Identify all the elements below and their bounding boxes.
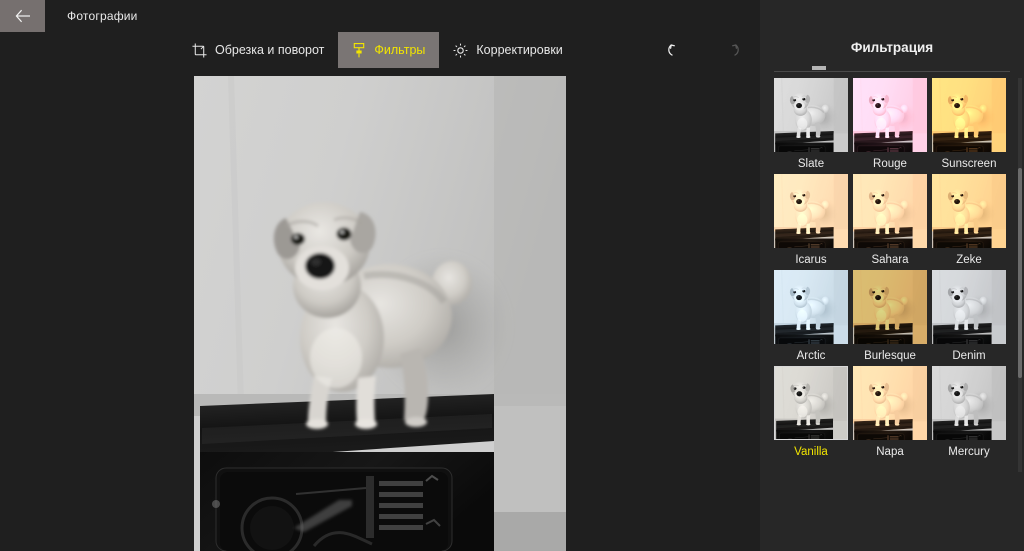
filter-item-sahara[interactable]: Sahara [853, 174, 927, 270]
filter-thumbnail [853, 78, 927, 152]
filter-thumbnail-wrap [774, 78, 848, 152]
filter-thumbnail-wrap [853, 174, 927, 248]
filter-tint-overlay [853, 270, 927, 344]
command-bar: Обрезка и поворот Фильтры Корректировки [0, 32, 760, 68]
filter-thumbnail [774, 270, 848, 344]
filter-thumbnail [932, 78, 1006, 152]
filter-thumbnail [853, 366, 927, 440]
filter-tint-overlay [932, 78, 1006, 152]
photo-image [194, 76, 566, 551]
clipped-row-label [812, 66, 826, 70]
filter-thumbnail-wrap [932, 366, 1006, 440]
filter-thumbnail-wrap [853, 366, 927, 440]
filter-item-denim[interactable]: Denim [932, 270, 1006, 366]
filter-thumbnail-wrap [853, 270, 927, 344]
filter-thumbnail [775, 367, 847, 439]
filter-item-label: Mercury [948, 446, 990, 458]
tab-filters-label: Фильтры [374, 43, 426, 57]
filter-thumbnail [774, 78, 848, 152]
app-title: Фотографии [67, 9, 138, 23]
filter-item-label: Arctic [796, 350, 826, 362]
filter-item-label: Slate [797, 158, 825, 170]
tab-adjustments-label: Корректировки [476, 43, 563, 57]
undo-button[interactable] [645, 32, 703, 68]
filter-thumbnail-wrap [932, 270, 1006, 344]
filter-thumbnail-wrap [774, 174, 848, 248]
filter-tint-overlay [932, 174, 1006, 248]
redo-icon [731, 43, 739, 56]
arrow-left-icon [15, 9, 30, 23]
undo-icon [667, 43, 675, 56]
filter-thumbnail [853, 270, 927, 344]
filter-thumbnail-wrap [774, 270, 848, 344]
filter-item-label: Sahara [871, 254, 909, 266]
filter-item-arctic[interactable]: Arctic [774, 270, 848, 366]
filter-thumbnail [774, 174, 848, 248]
filter-item-rouge[interactable]: Rouge [853, 78, 927, 174]
photo-canvas [0, 68, 760, 551]
panel-title: Фильтрация [850, 40, 934, 55]
filter-tint-overlay [774, 174, 848, 248]
filter-thumbnail [853, 174, 927, 248]
filter-tint-overlay [775, 367, 847, 439]
filter-item-label: Icarus [795, 254, 827, 266]
filter-item-burlesque[interactable]: Burlesque [853, 270, 927, 366]
filter-thumbnail [932, 366, 1006, 440]
filter-item-icarus[interactable]: Icarus [774, 174, 848, 270]
brightness-icon [453, 43, 468, 58]
filter-tint-overlay [774, 270, 848, 344]
filter-item-napa[interactable]: Napa [853, 366, 927, 462]
filter-item-sunscreen[interactable]: Sunscreen [932, 78, 1006, 174]
filter-thumbnail-wrap [932, 78, 1006, 152]
tab-filters[interactable]: Фильтры [338, 32, 440, 68]
crop-rotate-icon [192, 42, 207, 58]
editor-tabs: Обрезка и поворот Фильтры Корректировки [178, 32, 577, 68]
filter-list-scrollbar[interactable] [1018, 78, 1022, 472]
filter-item-vanilla[interactable]: Vanilla [774, 366, 848, 462]
panel-divider [774, 71, 1010, 72]
filter-item-label: Rouge [873, 158, 907, 170]
redo-button[interactable] [703, 32, 761, 68]
filter-item-label: Sunscreen [941, 158, 997, 170]
back-button[interactable] [0, 0, 45, 32]
filter-tint-overlay [932, 270, 1006, 344]
filter-item-label: Burlesque [864, 350, 916, 362]
filter-thumbnail-wrap [932, 174, 1006, 248]
filter-item-label: Denim [952, 350, 986, 362]
tab-adjustments[interactable]: Корректировки [439, 32, 576, 68]
scrollbar-thumb[interactable] [1018, 168, 1022, 378]
history-buttons [645, 32, 761, 68]
filter-thumbnail-wrap [853, 78, 927, 152]
filter-tint-overlay [932, 366, 1006, 440]
filter-item-label: Vanilla [794, 446, 828, 458]
filters-panel: Фильтрация Slate Rouge Sunscreen Icarus … [760, 0, 1024, 551]
filter-tint-overlay [853, 78, 927, 152]
tab-crop-rotate[interactable]: Обрезка и поворот [178, 32, 338, 68]
filter-tint-overlay [774, 78, 848, 152]
filter-tint-overlay [853, 174, 927, 248]
filter-item-mercury[interactable]: Mercury [932, 366, 1006, 462]
tab-crop-rotate-label: Обрезка и поворот [215, 43, 325, 57]
filter-brush-icon [352, 42, 366, 58]
filter-thumbnail-wrap [774, 366, 848, 440]
photos-editor-window: Фотографии Обрезка и поворот Фильтры Кор… [0, 0, 1024, 551]
edited-photo[interactable] [194, 76, 566, 551]
filter-item-label: Napa [876, 446, 904, 458]
filter-item-label: Zeke [956, 254, 982, 266]
filter-item-slate[interactable]: Slate [774, 78, 848, 174]
filter-thumbnail [932, 174, 1006, 248]
filter-grid: Slate Rouge Sunscreen Icarus Sahara Zeke… [774, 78, 1010, 472]
filter-thumbnail [932, 270, 1006, 344]
filter-tint-overlay [853, 366, 927, 440]
filter-item-zeke[interactable]: Zeke [932, 174, 1006, 270]
